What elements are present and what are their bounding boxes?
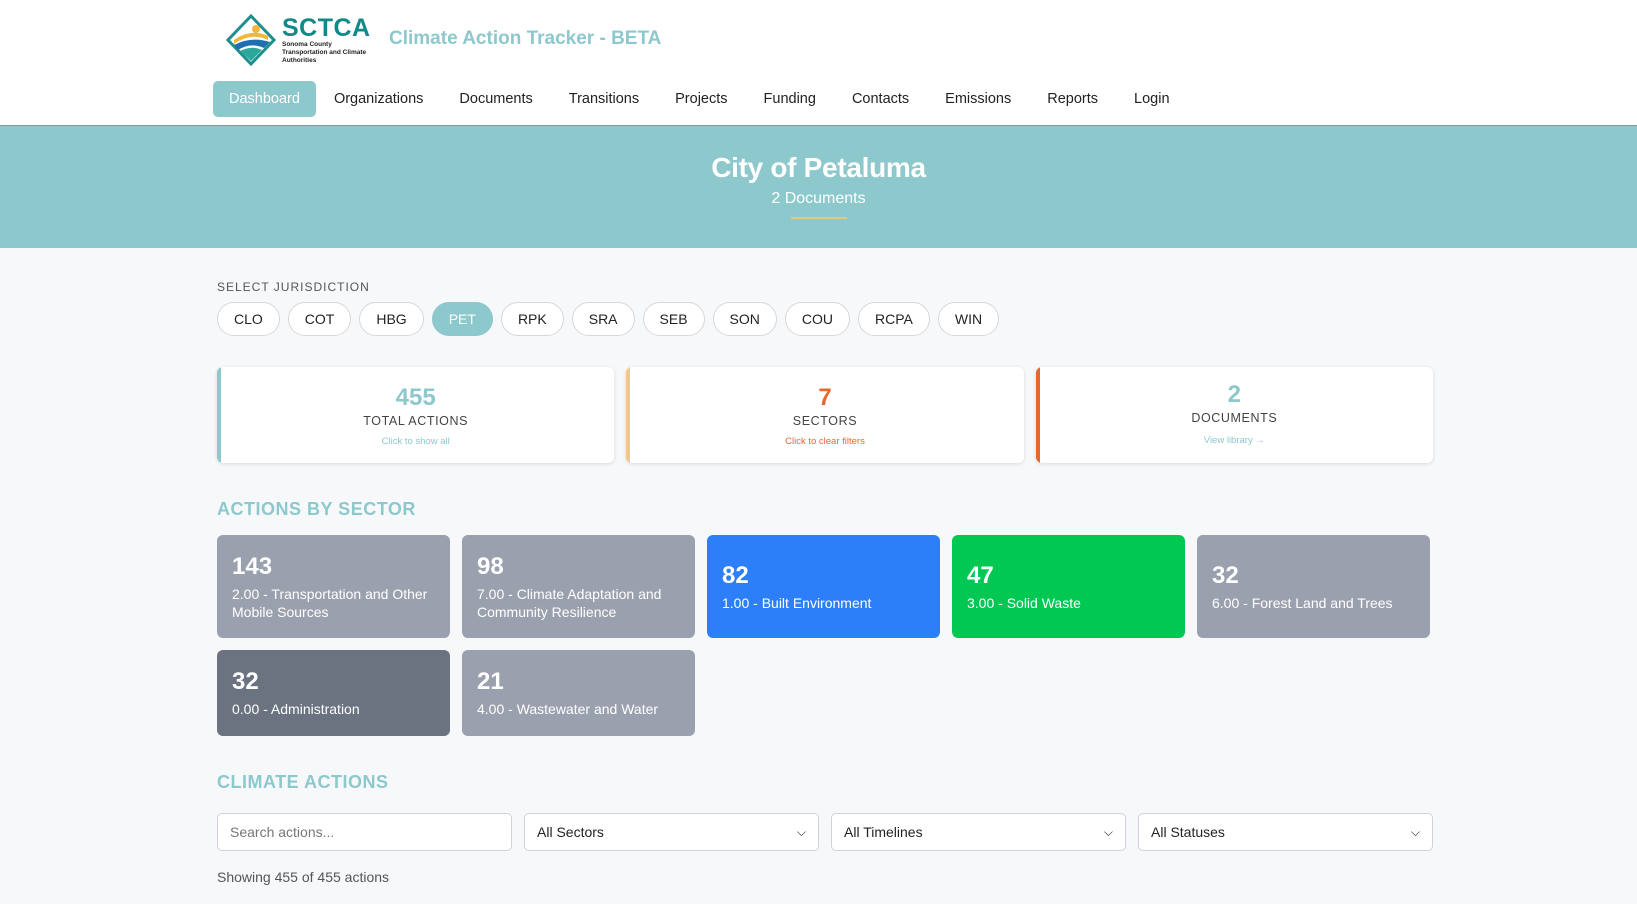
jurisdiction-pill-clo[interactable]: CLO: [217, 302, 280, 336]
main-content: SELECT JURISDICTION CLO COT HBG PET RPK …: [217, 248, 1433, 885]
sector-count: 82: [722, 561, 749, 589]
sector-name: 3.00 - Solid Waste: [967, 594, 1081, 611]
brand-logo[interactable]: SCTCA Sonoma County Transportation and C…: [226, 14, 372, 66]
nav-funding[interactable]: Funding: [746, 81, 834, 117]
sector-name: 7.00 - Climate Adaptation and Community …: [477, 585, 662, 620]
jurisdiction-pill-seb[interactable]: SEB: [642, 302, 705, 336]
timeline-filter-select[interactable]: All Timelines ⌵: [831, 813, 1126, 851]
sector-count: 98: [477, 552, 504, 580]
jurisdiction-pill-rcpa[interactable]: RCPA: [858, 302, 930, 336]
jurisdiction-pill-pet[interactable]: PET: [431, 302, 493, 336]
sctca-logo-icon: [226, 14, 276, 66]
sector-count: 143: [232, 552, 273, 580]
sector-card-built-environment[interactable]: 82 1.00 - Built Environment: [707, 535, 940, 638]
chevron-down-icon: ⌵: [1410, 824, 1420, 839]
chevron-down-icon: ⌵: [1103, 824, 1113, 839]
search-placeholder: Search actions...: [230, 824, 335, 840]
sector-name: 6.00 - Forest Land and Trees: [1212, 594, 1393, 611]
climate-actions-heading: CLIMATE ACTIONS: [217, 772, 389, 792]
hero-banner: City of Petaluma 2 Documents: [0, 126, 1637, 248]
documents-card[interactable]: 2 DOCUMENTS View library →: [1035, 367, 1433, 463]
nav-organizations[interactable]: Organizations: [316, 81, 441, 117]
total-actions-label: TOTAL ACTIONS: [363, 414, 469, 428]
jurisdiction-pill-hbg[interactable]: HBG: [359, 302, 424, 336]
logo-subtitle: Sonoma County Transportation and Climate…: [282, 41, 367, 64]
site-header: SCTCA Sonoma County Transportation and C…: [0, 0, 1637, 126]
sector-grid: 143 2.00 - Transportation and Other Mobi…: [217, 535, 1433, 736]
total-actions-card[interactable]: 455 TOTAL ACTIONS Click to show all: [217, 367, 615, 463]
sector-name: 4.00 - Wastewater and Water: [477, 701, 659, 717]
jurisdiction-pill-cot[interactable]: COT: [287, 302, 352, 336]
app-title: Climate Action Tracker - BETA: [389, 28, 662, 49]
timeline-filter-value: All Timelines: [844, 824, 923, 840]
chevron-down-icon: ⌵: [796, 824, 806, 839]
sector-card-solid-waste[interactable]: 47 3.00 - Solid Waste: [952, 535, 1185, 638]
sector-card-transportation[interactable]: 143 2.00 - Transportation and Other Mobi…: [217, 535, 450, 638]
hero-divider: [790, 217, 847, 219]
jurisdiction-pill-win[interactable]: WIN: [937, 302, 1000, 336]
sector-card-climate-adaptation[interactable]: 98 7.00 - Climate Adaptation and Communi…: [462, 535, 695, 638]
documents-label: DOCUMENTS: [1191, 411, 1278, 425]
sectors-card[interactable]: 7 SECTORS Click to clear filters: [626, 367, 1024, 463]
sector-card-wastewater[interactable]: 21 4.00 - Wastewater and Water: [462, 650, 695, 736]
sectors-value: 7: [818, 384, 832, 411]
sector-card-forest-land[interactable]: 32 6.00 - Forest Land and Trees: [1197, 535, 1430, 638]
sector-count: 21: [477, 668, 504, 695]
show-all-link[interactable]: Click to show all: [217, 436, 614, 447]
status-filter-select[interactable]: All Statuses ⌵: [1138, 813, 1433, 851]
document-count: 2 Documents: [771, 190, 866, 207]
clear-filters-link[interactable]: Click to clear filters: [626, 436, 1023, 447]
nav-reports[interactable]: Reports: [1029, 81, 1116, 117]
sector-card-administration[interactable]: 32 0.00 - Administration: [217, 650, 450, 736]
nav-transitions[interactable]: Transitions: [551, 81, 657, 117]
sector-count: 32: [232, 668, 259, 695]
sector-count: 32: [1212, 561, 1239, 589]
jurisdiction-label: SELECT JURISDICTION: [217, 280, 370, 294]
sector-name: 0.00 - Administration: [232, 701, 360, 717]
stats-row: 455 TOTAL ACTIONS Click to show all 7 SE…: [217, 367, 1433, 463]
nav-dashboard[interactable]: Dashboard: [213, 81, 316, 117]
nav-emissions[interactable]: Emissions: [927, 81, 1029, 117]
status-filter-value: All Statuses: [1151, 824, 1225, 840]
sector-name: 2.00 - Transportation and Other Mobile S…: [232, 585, 428, 620]
jurisdiction-pill-rpk[interactable]: RPK: [500, 302, 564, 336]
page-title: City of Petaluma: [711, 152, 926, 183]
search-input[interactable]: Search actions...: [217, 813, 512, 851]
logo-title: SCTCA: [282, 14, 371, 42]
sector-name: 1.00 - Built Environment: [722, 594, 872, 611]
sectors-heading: ACTIONS BY SECTOR: [217, 499, 416, 519]
jurisdiction-pill-sra[interactable]: SRA: [571, 302, 635, 336]
jurisdiction-selector: CLO COT HBG PET RPK SRA SEB SON COU RCPA…: [217, 302, 1433, 336]
sectors-label: SECTORS: [792, 414, 858, 428]
sector-filter-select[interactable]: All Sectors ⌵: [524, 813, 819, 851]
nav-documents[interactable]: Documents: [441, 81, 550, 117]
nav-projects[interactable]: Projects: [657, 81, 745, 117]
sector-filter-value: All Sectors: [537, 824, 604, 840]
total-actions-value: 455: [395, 384, 436, 411]
sector-count: 47: [967, 561, 994, 589]
view-library-link[interactable]: View library →: [1036, 435, 1433, 446]
main-nav: Dashboard Organizations Documents Transi…: [213, 81, 1188, 117]
jurisdiction-pill-son[interactable]: SON: [712, 302, 777, 336]
documents-value: 2: [1227, 381, 1241, 408]
results-count: Showing 455 of 455 actions: [217, 869, 390, 885]
jurisdiction-pill-cou[interactable]: COU: [784, 302, 851, 336]
filter-bar: Search actions... All Sectors ⌵ All Time…: [217, 813, 1433, 851]
nav-contacts[interactable]: Contacts: [834, 81, 927, 117]
nav-login[interactable]: Login: [1116, 81, 1187, 117]
